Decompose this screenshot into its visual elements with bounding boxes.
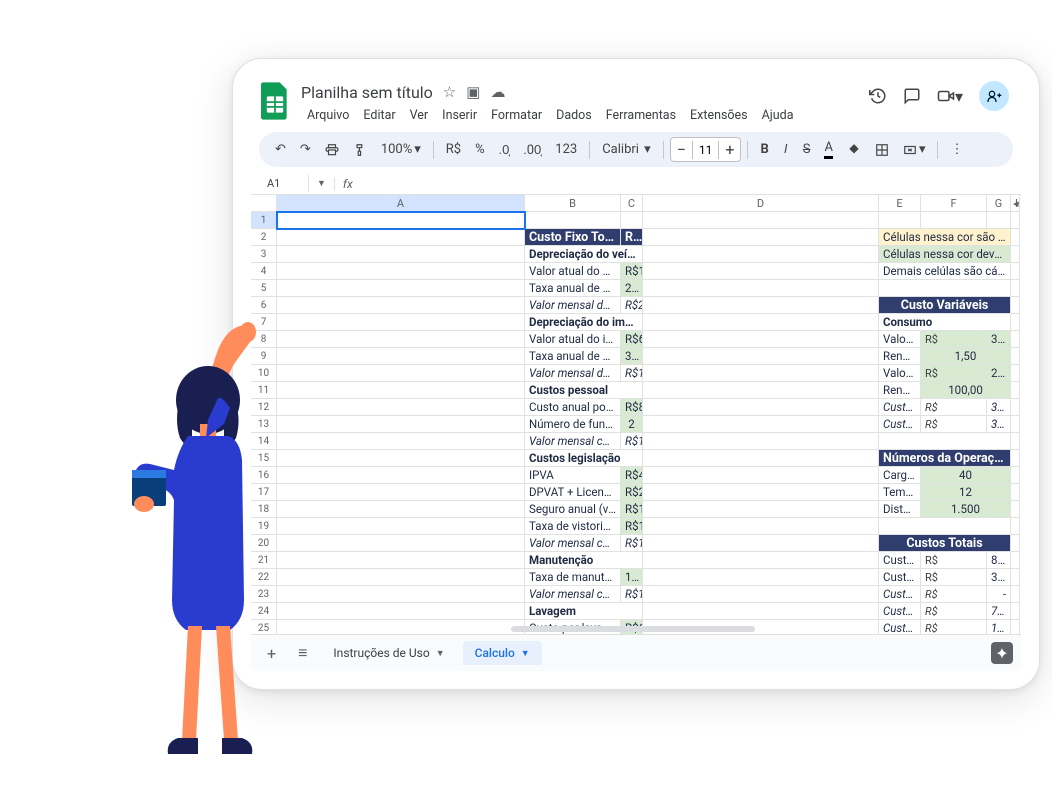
col-header-e[interactable]: E xyxy=(879,195,921,212)
toolbar: ↶ ↷ 100% ▾ R$ % .0̩ .00̩ 123 Calibri ▾ −… xyxy=(259,132,1013,167)
font-select[interactable]: Calibri ▾ xyxy=(596,138,656,161)
fill-color-button[interactable] xyxy=(841,139,867,161)
menu-ferramentas[interactable]: Ferramentas xyxy=(600,105,682,126)
share-button[interactable] xyxy=(979,81,1009,111)
move-icon[interactable]: ▣ xyxy=(466,83,480,101)
select-all-corner[interactable] xyxy=(251,195,277,212)
col-header-g[interactable]: G xyxy=(987,195,1011,212)
undo-button[interactable]: ↶ xyxy=(269,138,292,161)
menu-inserir[interactable]: Inserir xyxy=(436,105,483,126)
header-custos-totais[interactable]: Custos Totais xyxy=(879,535,1011,552)
borders-button[interactable] xyxy=(869,139,895,161)
menu-formatar[interactable]: Formatar xyxy=(485,105,548,126)
col-header-c[interactable]: C xyxy=(621,195,643,212)
font-size-decrease[interactable]: − xyxy=(671,138,692,161)
dec-increase-button[interactable]: .00̩ xyxy=(517,138,547,162)
tab-instrucoes[interactable]: Instruções de Uso▼ xyxy=(321,641,456,665)
row-header[interactable]: 4 xyxy=(251,263,277,280)
menu-editar[interactable]: Editar xyxy=(357,105,401,126)
header-custo-fixo[interactable]: Custo Fixo Total xyxy=(525,229,621,246)
more-formats-button[interactable]: 123 xyxy=(549,138,583,161)
col-header-h[interactable]: ◂H xyxy=(1011,195,1020,212)
font-size-increase[interactable]: + xyxy=(719,138,740,161)
row-header[interactable]: 6 xyxy=(251,297,277,314)
print-button[interactable] xyxy=(319,139,345,161)
info-green[interactable]: Células nessa cor devem ser preenchidas xyxy=(879,246,1011,263)
name-box[interactable]: A1 xyxy=(259,175,309,192)
row-header[interactable]: 3 xyxy=(251,246,277,263)
menu-ver[interactable]: Ver xyxy=(404,105,435,126)
menu-ajuda[interactable]: Ajuda xyxy=(756,105,800,126)
header-num-op[interactable]: Números da Operação xyxy=(879,450,1011,467)
menu-arquivo[interactable]: Arquivo xyxy=(301,105,355,126)
paint-format-button[interactable] xyxy=(347,139,373,161)
fx-label: fx xyxy=(343,177,353,191)
menu-extensoes[interactable]: Extensões xyxy=(684,105,754,126)
text-color-button[interactable]: A xyxy=(818,136,838,163)
more-button[interactable]: ⋮ xyxy=(944,138,969,161)
currency-button[interactable]: R$ xyxy=(440,138,467,161)
col-header-b[interactable]: B xyxy=(525,195,621,212)
merge-button[interactable]: ▾ xyxy=(897,138,932,161)
info-calc[interactable]: Demais celúlas são cálculos xyxy=(879,263,1011,280)
cell-a1[interactable] xyxy=(277,212,525,229)
tab-calculo[interactable]: Calculo▼ xyxy=(463,641,542,665)
spreadsheet-grid[interactable]: A B C D E F G ◂H 1 2 Custo Fixo Total R$… xyxy=(251,195,1021,634)
col-header-d[interactable]: D xyxy=(643,195,879,212)
redo-button[interactable]: ↷ xyxy=(294,138,317,161)
bold-button[interactable]: B xyxy=(754,138,774,161)
header-custo-var[interactable]: Custo Variáveis xyxy=(879,297,1011,314)
italic-button[interactable]: I xyxy=(777,138,795,161)
row-header[interactable]: 1 xyxy=(251,212,277,229)
illustration-person xyxy=(130,320,300,760)
row-header[interactable]: 5 xyxy=(251,280,277,297)
menu-bar: Arquivo Editar Ver Inserir Formatar Dado… xyxy=(301,105,859,126)
video-icon[interactable]: ▾ xyxy=(937,87,963,106)
name-box-dropdown[interactable]: ▼ xyxy=(317,178,326,189)
col-header-a[interactable]: A xyxy=(277,195,525,212)
explore-button[interactable]: ✦ xyxy=(991,642,1013,664)
value-custo-fixo[interactable]: R$ 20.014,58 xyxy=(621,229,643,246)
history-icon[interactable] xyxy=(869,87,887,105)
comment-icon[interactable] xyxy=(903,87,921,105)
zoom-select[interactable]: 100% ▾ xyxy=(375,138,427,161)
info-yellow[interactable]: Células nessa cor são pressupostos (pode… xyxy=(879,229,1011,246)
font-size-value[interactable]: 11 xyxy=(692,141,720,159)
star-icon[interactable]: ☆ xyxy=(443,83,456,101)
col-header-f[interactable]: F xyxy=(921,195,987,212)
row-header[interactable]: 2 xyxy=(251,229,277,246)
doc-title[interactable]: Planilha sem título xyxy=(301,83,433,102)
horizontal-scrollbar[interactable] xyxy=(511,626,931,632)
font-size-stepper[interactable]: − 11 + xyxy=(670,137,742,162)
strike-button[interactable]: S xyxy=(797,138,817,161)
percent-button[interactable]: % xyxy=(469,138,491,161)
dec-decrease-button[interactable]: .0̩ xyxy=(493,138,516,162)
sheets-logo[interactable] xyxy=(259,81,291,121)
section-depr-veiculo[interactable]: Depreciação do veículo xyxy=(525,246,643,263)
cloud-icon[interactable]: ☁ xyxy=(490,83,505,101)
label-val-veiculo[interactable]: Valor atual do seu veículo xyxy=(525,263,621,280)
menu-dados[interactable]: Dados xyxy=(550,105,598,126)
